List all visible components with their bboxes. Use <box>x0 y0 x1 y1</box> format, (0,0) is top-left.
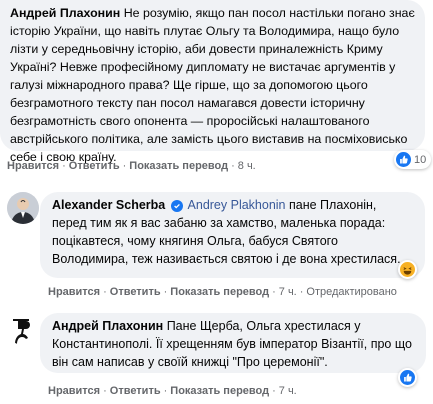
reaction-summary[interactable] <box>398 368 417 387</box>
comment-author[interactable]: Alexander Scherba <box>52 198 165 212</box>
comment-bubble-2: Alexander Scherba Andrey Plakhonin пане … <box>40 192 425 278</box>
reaction-summary[interactable]: 10 <box>394 150 432 169</box>
comment-author[interactable]: Андрей Плахонин <box>10 6 120 20</box>
like-icon <box>396 152 411 167</box>
comment-author[interactable]: Андрей Плахонин <box>52 319 163 333</box>
like-button[interactable]: Нравится <box>48 385 100 397</box>
reaction-summary[interactable] <box>398 260 417 279</box>
like-button[interactable]: Нравится <box>7 160 59 172</box>
comment-text: Не розумію, якщо пан посол настільки пог… <box>10 6 415 164</box>
translate-button[interactable]: Показать перевод <box>129 160 228 172</box>
reply-button[interactable]: Ответить <box>110 385 161 397</box>
avatar[interactable] <box>7 313 39 345</box>
comment-bubble-3: Андрей Плахонин Пане Щерба, Ольга хрести… <box>40 313 426 373</box>
comment-actions: Нравится · Ответить · Показать перевод · 7 ч. <box>48 385 297 397</box>
comment-actions: Нравится · Ответить · Показать перевод · 8 ч. <box>7 160 256 172</box>
haha-icon <box>400 262 415 277</box>
reaction-count: 10 <box>414 153 427 166</box>
comment-actions: Нравится · Ответить · Показать перевод · 7 ч. ·… <box>48 286 397 298</box>
mention-link[interactable]: Andrey Plakhonin <box>188 198 286 212</box>
edited-label: Отредактировано <box>306 286 397 298</box>
verified-badge-icon <box>170 200 183 212</box>
timestamp[interactable]: 7 ч. <box>279 286 297 298</box>
like-button[interactable]: Нравится <box>48 286 100 298</box>
reply-button[interactable]: Ответить <box>69 160 120 172</box>
avatar[interactable] <box>7 192 39 224</box>
translate-button[interactable]: Показать перевод <box>170 385 269 397</box>
timestamp[interactable]: 7 ч. <box>279 385 297 397</box>
reply-button[interactable]: Ответить <box>110 286 161 298</box>
like-icon <box>400 370 415 385</box>
comment-bubble-1: Андрей Плахонин Не розумію, якщо пан пос… <box>0 0 425 164</box>
timestamp[interactable]: 8 ч. <box>238 160 256 172</box>
translate-button[interactable]: Показать перевод <box>170 286 269 298</box>
